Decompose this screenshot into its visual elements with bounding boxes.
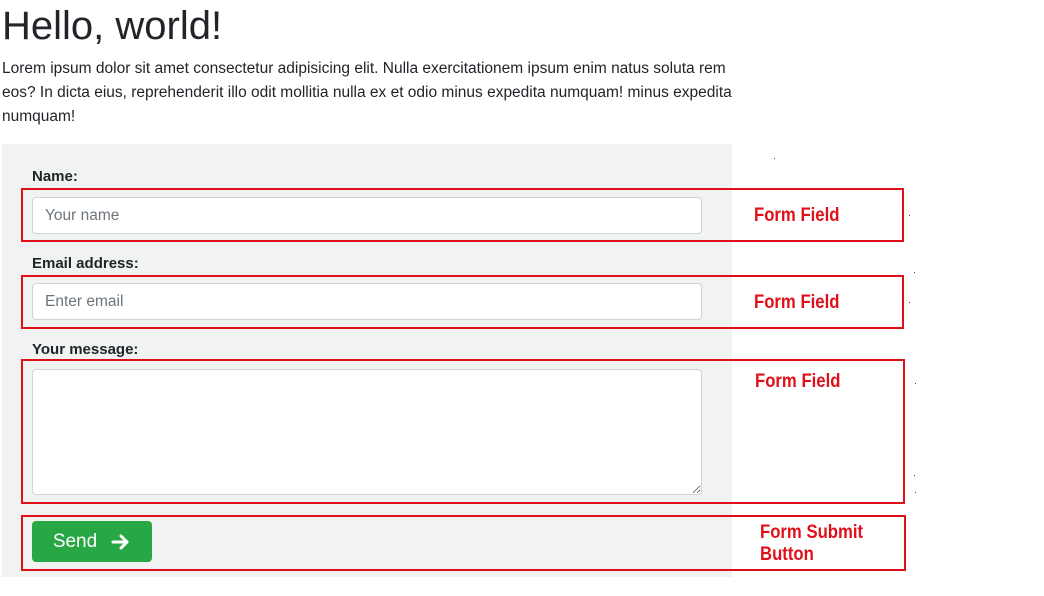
intro-paragraph: Lorem ipsum dolor sit amet consectetur a… [2, 60, 732, 125]
page-title: Hello, world! [2, 4, 223, 48]
marker-dot [915, 492, 916, 493]
submit-button-annotation-label-line2: Button [760, 544, 814, 565]
marker-dot [909, 215, 910, 216]
name-field-annotation-label: Form Field [754, 205, 840, 226]
marker-dot [914, 475, 915, 476]
email-label: Email address: [32, 255, 139, 272]
submit-button-annotation-label-line1: Form Submit [760, 522, 864, 543]
message-field-annotation-label: Form Field [755, 371, 841, 392]
marker-dot [774, 158, 775, 159]
name-label: Name: [32, 168, 78, 185]
email-field-annotation-label: Form Field [754, 292, 840, 313]
marker-dot [915, 383, 916, 384]
message-label: Your message: [32, 341, 139, 358]
page: Hello, world! Lorem ipsum dolor sit amet… [0, 0, 1044, 596]
marker-dot [914, 272, 915, 273]
marker-dot [909, 302, 910, 303]
